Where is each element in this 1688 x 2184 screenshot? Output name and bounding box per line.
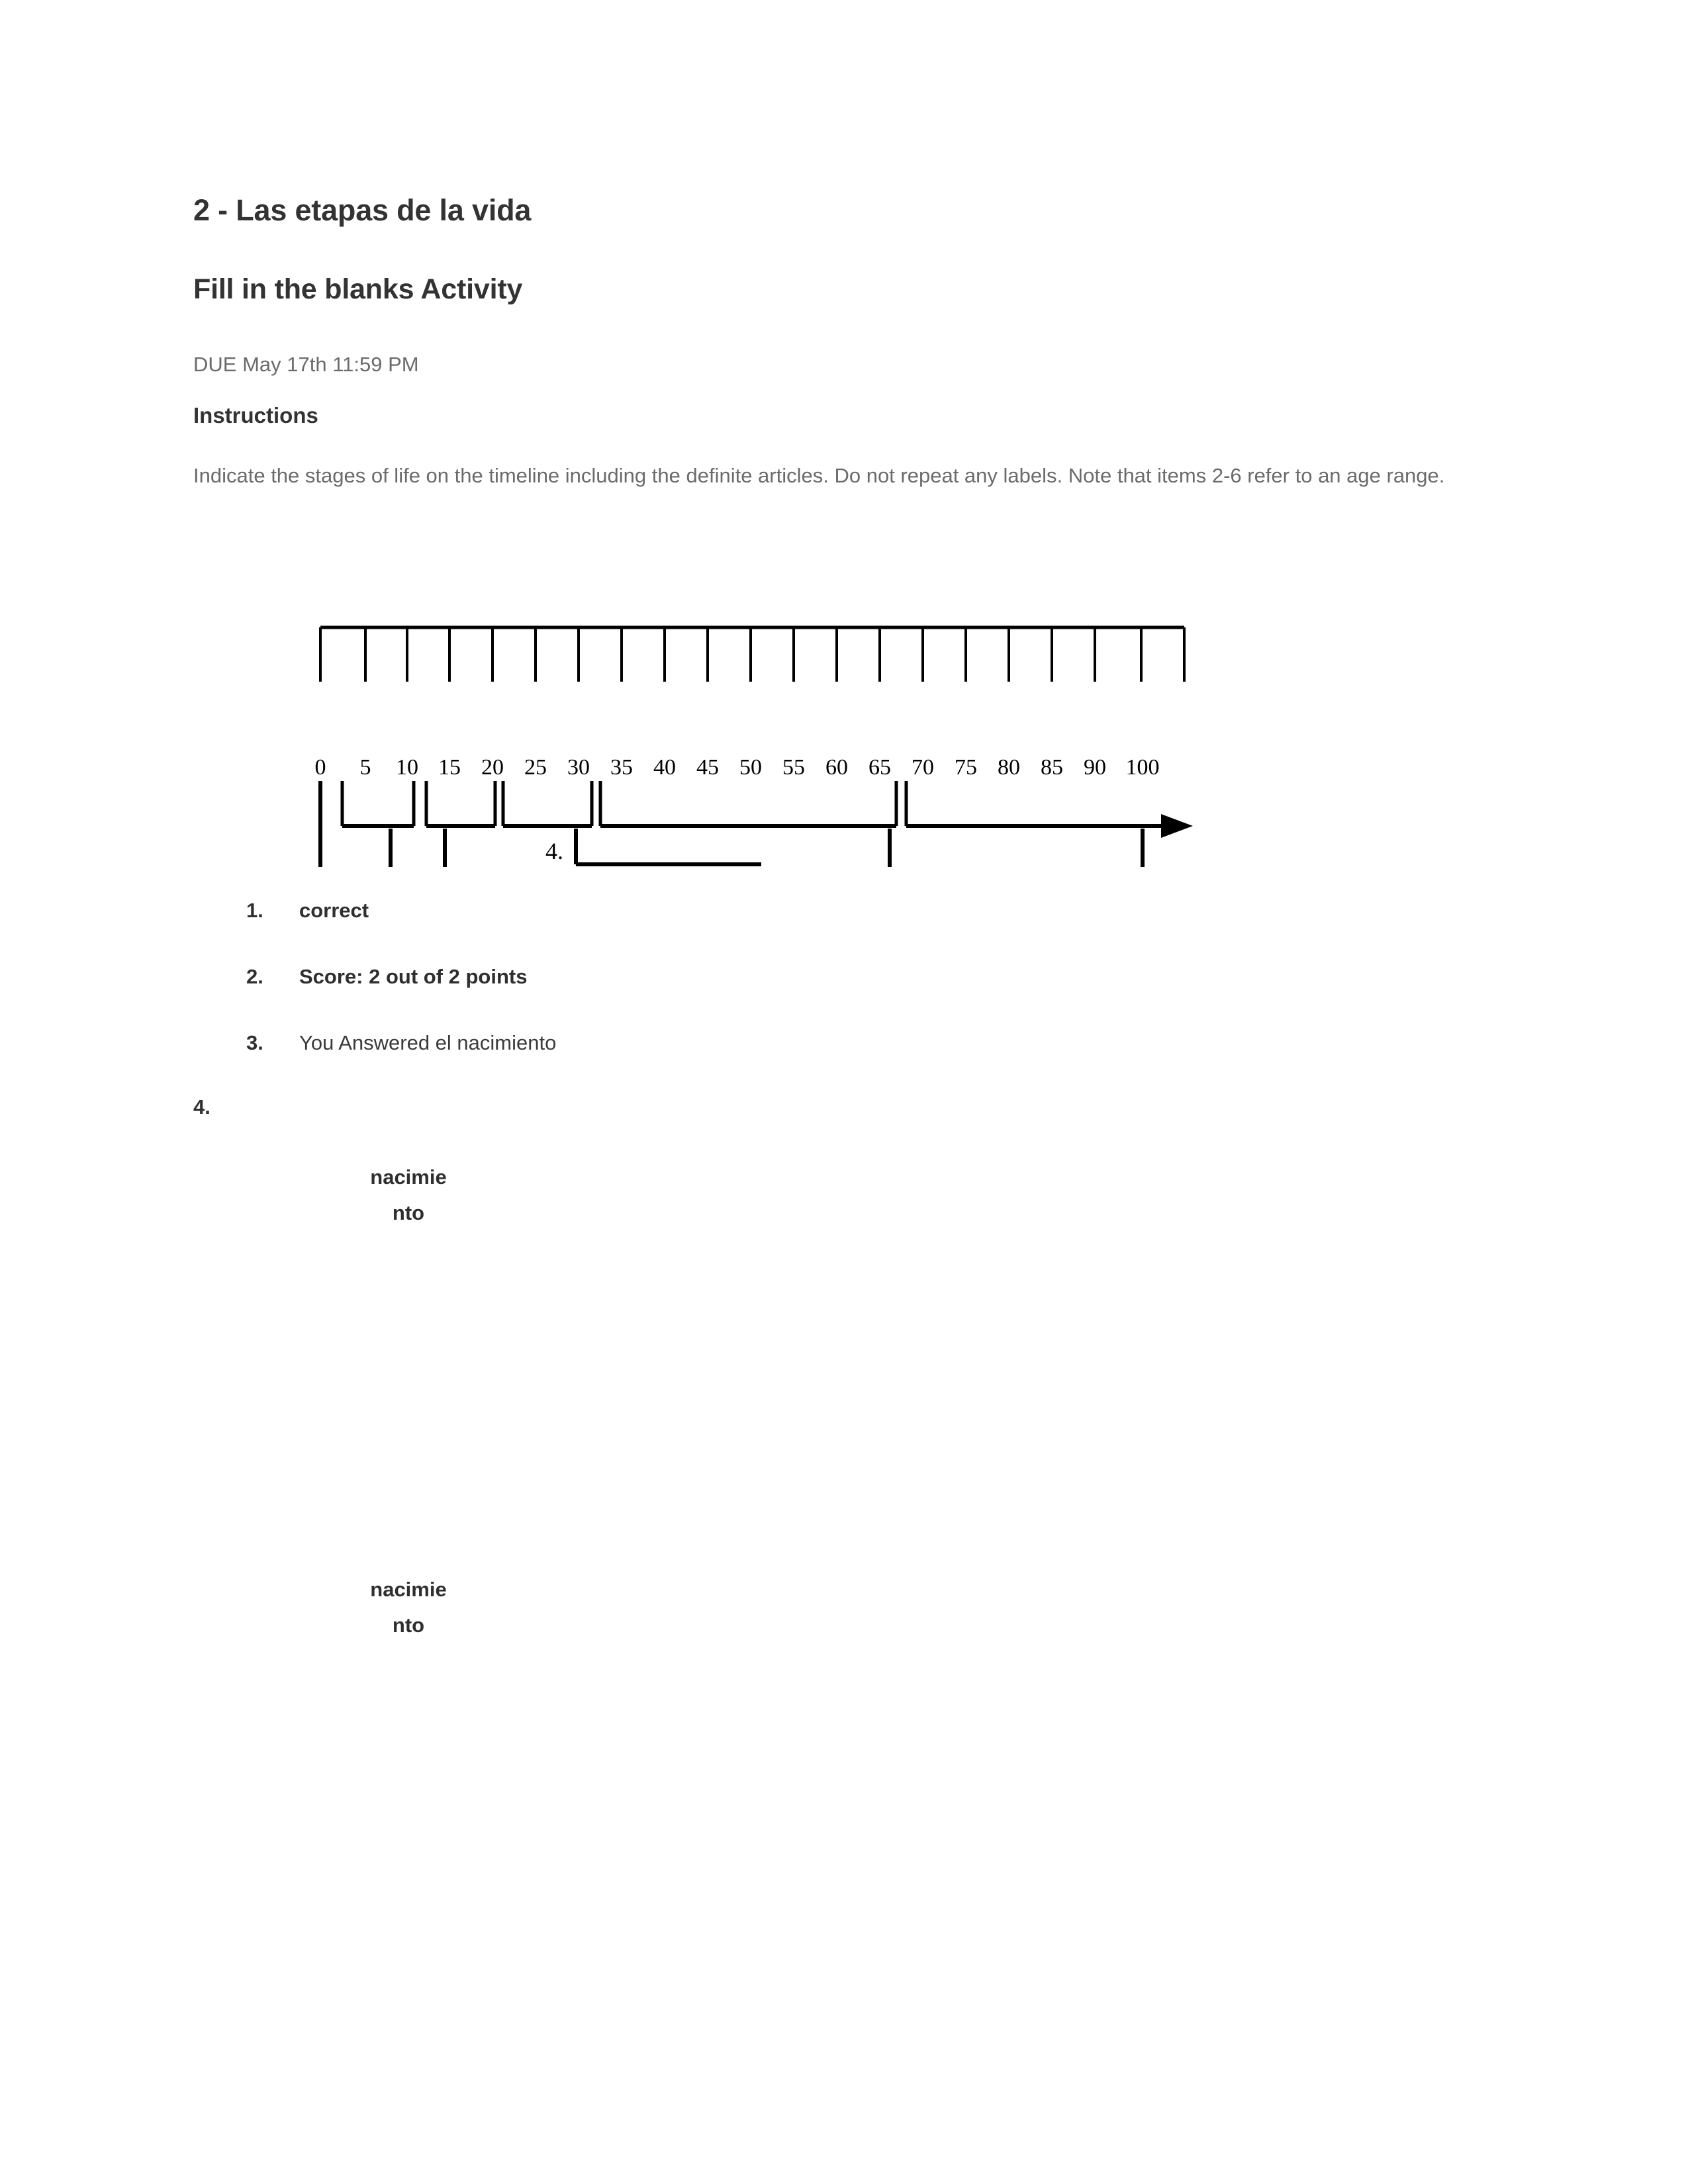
- bracket-number-4: 4.: [545, 838, 563, 864]
- answer-word-line1: nacimie: [370, 1165, 447, 1189]
- tick-label: 40: [653, 755, 676, 780]
- tick-label: 5: [360, 755, 371, 780]
- bracket-2: [389, 829, 393, 867]
- tick-label: 45: [696, 755, 719, 780]
- activity-title: Fill in the blanks Activity: [193, 273, 523, 305]
- answer-word-block: nacimie nto: [303, 1160, 514, 1231]
- list-item-number: 3.: [246, 1031, 263, 1054]
- bracket-top-stubs: [340, 781, 908, 826]
- answer-word-block: nacimie nto: [303, 1572, 514, 1643]
- tick-label: 85: [1041, 755, 1063, 780]
- tick-label: 15: [438, 755, 461, 780]
- tick-label: 75: [955, 755, 977, 780]
- list-item-text: correct: [299, 899, 369, 922]
- tick-label: 35: [610, 755, 633, 780]
- bracket-6: [1141, 829, 1145, 867]
- answer-word-line1: nacimie: [370, 1578, 447, 1601]
- bracket-5: [888, 829, 892, 867]
- tick-label: 0: [315, 755, 326, 780]
- tick-label: 10: [396, 755, 418, 780]
- due-date: DUE May 17th 11:59 PM: [193, 353, 419, 376]
- score-text: Score: 2 out of 2 points: [299, 965, 528, 988]
- tick-label: 70: [912, 755, 934, 780]
- instructions-body: Indicate the stages of life on the timel…: [193, 464, 1445, 487]
- tick-label: 65: [868, 755, 891, 780]
- tick-label: 60: [825, 755, 848, 780]
- your-answer-text: You Answered el nacimiento: [299, 1031, 557, 1054]
- list-item-number: 4.: [193, 1095, 211, 1118]
- tick-label: 100: [1126, 755, 1160, 780]
- list-item: 2. Score: 2 out of 2 points: [193, 963, 1451, 1029]
- answer-word-line2: nto: [392, 1614, 425, 1637]
- timeline-figure: 0 5 10 15 20 25 30 35 40 45 50 55 60 65 …: [193, 556, 1385, 867]
- bracket-1: [318, 781, 322, 867]
- list-item-number: 2.: [246, 965, 263, 988]
- tick-label: 50: [739, 755, 762, 780]
- tick-label: 30: [567, 755, 590, 780]
- tick-label: 90: [1084, 755, 1106, 780]
- list-item-number: 1.: [246, 899, 263, 922]
- instructions-heading: Instructions: [193, 403, 318, 428]
- tick-labels: 0 5 10 15 20 25 30 35 40 45 50 55 60 65 …: [315, 755, 1160, 780]
- tick-label: 20: [481, 755, 504, 780]
- list-item: 3. You Answered el nacimiento: [193, 1029, 1451, 1095]
- timeline-arrowhead: [1161, 814, 1193, 838]
- answer-word-line2: nto: [392, 1201, 425, 1224]
- ruler-ticks: [319, 627, 1186, 682]
- list-item: 1. correct: [193, 897, 1451, 963]
- page-title: 2 - Las etapas de la vida: [193, 193, 532, 227]
- tick-label: 25: [524, 755, 547, 780]
- answer-list: 1. correct 2. Score: 2 out of 2 points 3…: [193, 897, 1451, 1637]
- document-page: 2 - Las etapas de la vida Fill in the bl…: [0, 0, 1688, 2184]
- tick-label: 80: [998, 755, 1020, 780]
- tick-label: 55: [782, 755, 805, 780]
- bracket-4: [574, 829, 761, 866]
